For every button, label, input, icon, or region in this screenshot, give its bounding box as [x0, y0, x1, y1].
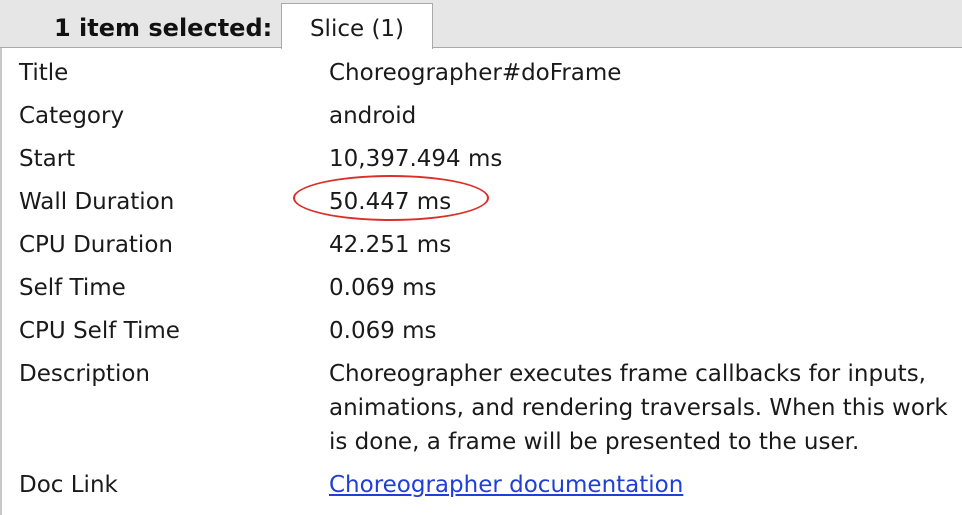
detail-value: Choreographer#doFrame	[329, 60, 622, 86]
selection-tab-bar: 1 item selected: Slice (1)	[0, 0, 962, 49]
detail-label: Category	[19, 103, 125, 129]
detail-label: Description	[19, 361, 150, 387]
detail-value: 10,397.494 ms	[329, 146, 503, 172]
detail-label: Doc Link	[19, 472, 118, 498]
tab-slice[interactable]: Slice (1)	[281, 3, 433, 49]
detail-label: CPU Duration	[19, 232, 173, 258]
detail-label: Start	[19, 146, 76, 172]
detail-label: Title	[19, 60, 69, 86]
description-text: Choreographer executes frame callbacks f…	[329, 361, 948, 455]
detail-value: 42.251 ms	[329, 232, 452, 258]
detail-value: 50.447 ms	[329, 189, 452, 215]
choreographer-doc-link[interactable]: Choreographer documentation	[329, 468, 683, 502]
detail-label: CPU Self Time	[19, 318, 180, 344]
detail-label: Self Time	[19, 275, 126, 301]
detail-value: 0.069 ms	[329, 318, 437, 344]
detail-label: Wall Duration	[19, 189, 175, 215]
selection-count-label: 1 item selected:	[54, 14, 273, 42]
detail-value: 0.069 ms	[329, 275, 437, 301]
slice-details-table: Title Choreographer#doFrame Category and…	[0, 48, 962, 515]
detail-value: android	[329, 103, 417, 129]
